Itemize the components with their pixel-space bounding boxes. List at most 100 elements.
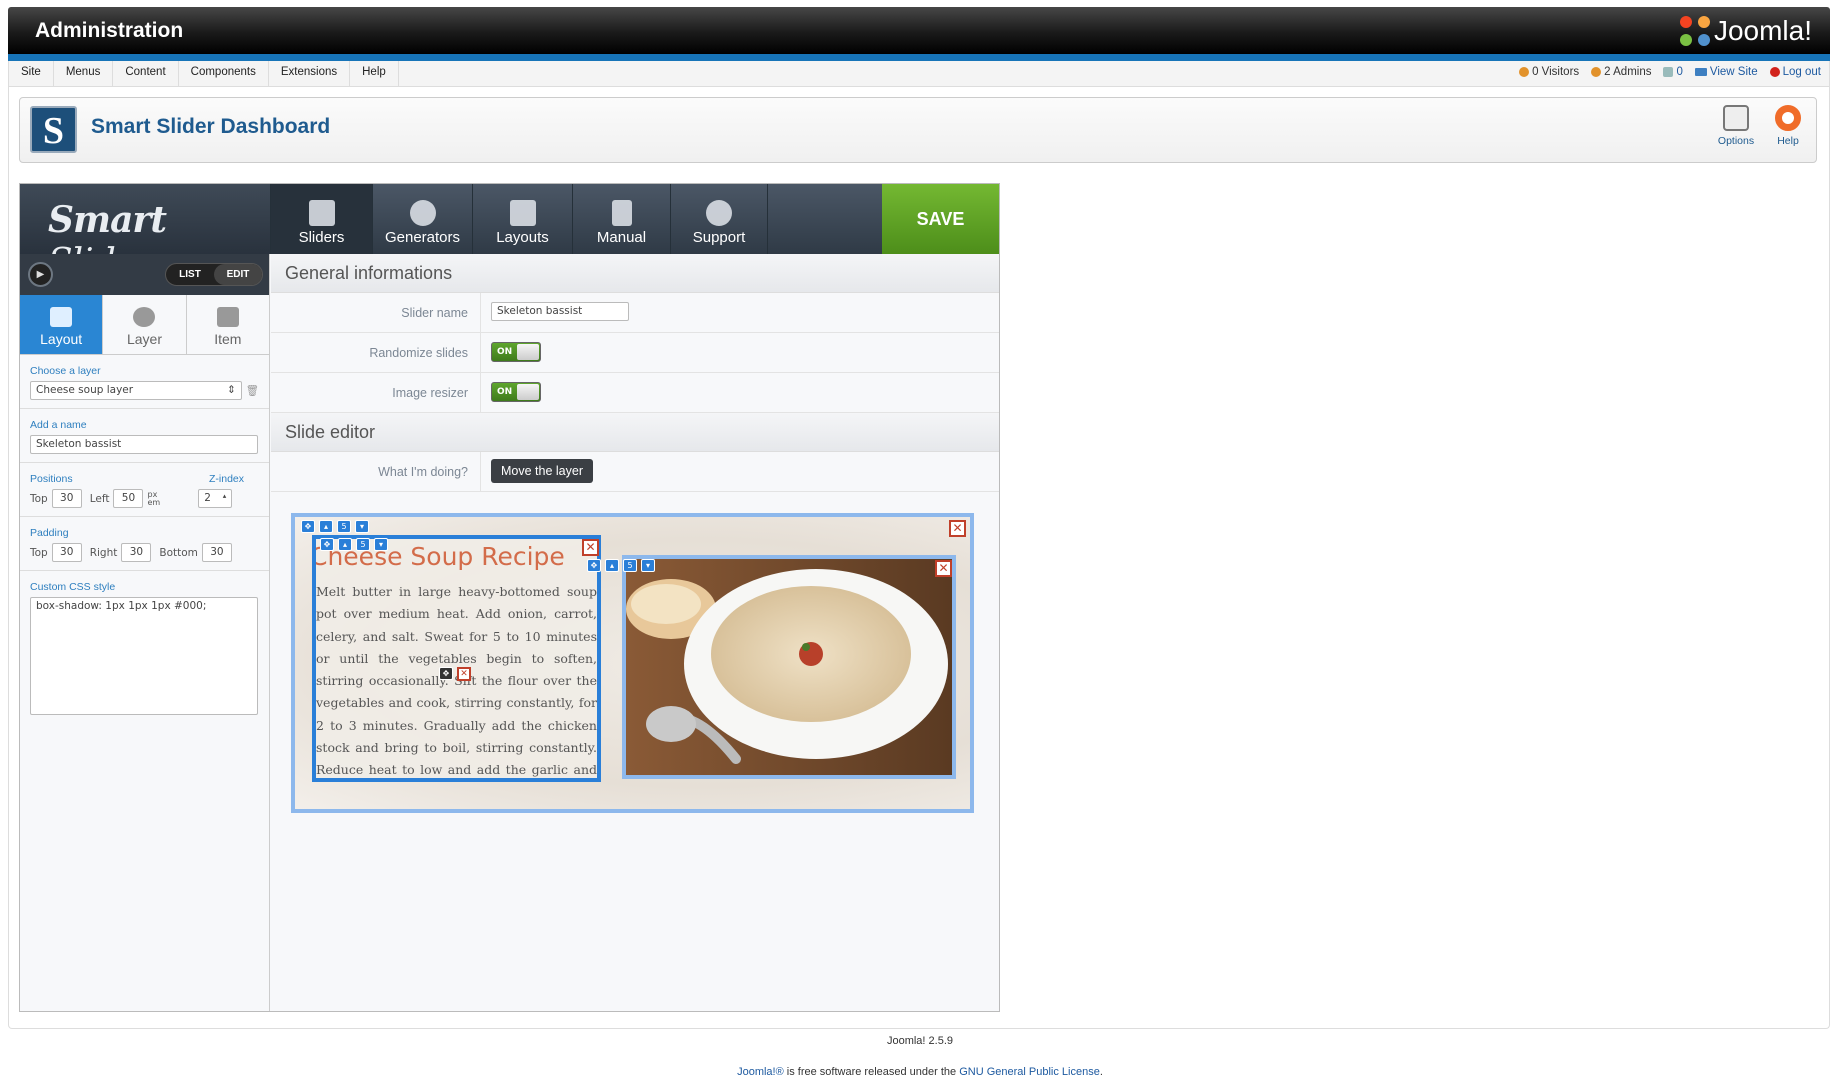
joomla-link[interactable]: Joomla!®	[737, 1066, 784, 1078]
up-icon[interactable]: ▴	[319, 520, 333, 533]
play-icon[interactable]: ▶	[28, 262, 53, 287]
joomla-logo-icon	[1679, 16, 1710, 46]
slider-name-row: Slider name Skeleton bassist	[271, 293, 999, 333]
logout-link[interactable]: Log out	[1769, 66, 1821, 78]
padding-section: Padding Top 30 Right 30 Bottom 30	[20, 517, 269, 571]
save-button[interactable]: SAVE	[882, 184, 999, 254]
slider-name-label: Slider name	[271, 293, 481, 332]
gear-icon	[409, 200, 436, 226]
left-input[interactable]: 50	[113, 489, 144, 508]
joomla-logo: Joomla!	[1679, 15, 1812, 47]
down-icon[interactable]: ▾	[355, 520, 369, 533]
down-icon[interactable]: ▾	[641, 559, 655, 572]
padding-top-label: Top	[30, 546, 48, 559]
zindex-stepper[interactable]: 2 ▴	[198, 489, 233, 508]
menu-help[interactable]: Help	[350, 61, 399, 86]
move-icon[interactable]: ✥	[301, 520, 315, 533]
choose-layer-label: Choose a layer	[30, 365, 101, 377]
slide-tools: ✥ ▴ 5 ▾	[301, 520, 369, 533]
page-header: S Smart Slider Dashboard Options Help	[19, 97, 1817, 163]
tab-item[interactable]: Item	[187, 295, 269, 354]
move-icon[interactable]: ✥	[587, 559, 601, 572]
view-site-link[interactable]: View Site	[1694, 66, 1758, 78]
options-label: Options	[1717, 135, 1755, 147]
top-input[interactable]: 30	[51, 489, 82, 508]
monitor-icon	[1694, 68, 1707, 76]
close-icon[interactable]: ✕	[935, 560, 952, 577]
slider-name-input[interactable]: Skeleton bassist	[491, 302, 629, 321]
menu-site[interactable]: Site	[9, 61, 54, 86]
unit-switch[interactable]: px em	[147, 490, 160, 507]
close-icon[interactable]: ✕	[457, 667, 471, 681]
nav-layouts[interactable]: Layouts	[472, 184, 572, 254]
resizer-row: Image resizer ON	[271, 373, 999, 413]
slide-editor-heading: Slide editor	[271, 413, 999, 452]
tab-layer[interactable]: Layer	[103, 295, 187, 354]
help-button[interactable]: Help	[1764, 105, 1812, 147]
close-icon[interactable]: ✕	[949, 520, 966, 537]
padding-right-input[interactable]: 30	[121, 543, 152, 562]
move-layer-button[interactable]: Move the layer	[491, 459, 593, 483]
trash-icon[interactable]: 🗑	[246, 384, 259, 397]
smart-slider-logo-icon: S	[30, 106, 77, 153]
move-icon[interactable]: ✥	[320, 538, 334, 551]
gear-icon	[133, 307, 156, 327]
menu-menus[interactable]: Menus	[54, 61, 114, 86]
edit-option[interactable]: EDIT	[214, 264, 262, 285]
text-layer[interactable]: Cheese Soup Recipe Melt butter in large …	[312, 535, 601, 782]
menu-content[interactable]: Content	[113, 61, 179, 86]
document-icon	[611, 200, 632, 226]
name-section: Add a name Skeleton bassist	[20, 409, 269, 463]
version-footer: Joomla! 2.5.9	[886, 1035, 954, 1047]
list-option[interactable]: LIST	[166, 264, 214, 285]
nav-support[interactable]: Support	[670, 184, 768, 254]
layer-number[interactable]: 5	[337, 520, 351, 533]
menu-components[interactable]: Components	[179, 61, 269, 86]
page-title: Smart Slider Dashboard	[91, 115, 331, 138]
down-icon[interactable]: ▾	[374, 538, 388, 551]
resizer-toggle[interactable]: ON	[491, 382, 541, 402]
up-icon[interactable]: ▴	[338, 538, 352, 551]
layer-name-input[interactable]: Skeleton bassist	[30, 435, 258, 454]
nav-generators[interactable]: Generators	[372, 184, 472, 254]
messages-status[interactable]: 0	[1663, 66, 1683, 78]
left-label: Left	[89, 492, 110, 505]
up-icon[interactable]: ▴	[605, 559, 619, 572]
layer-number[interactable]: 5	[356, 538, 370, 551]
menu-extensions[interactable]: Extensions	[269, 61, 351, 86]
editor-tabs: Layout Layer Item	[20, 295, 269, 355]
move-icon[interactable]: ✥	[439, 667, 453, 680]
admin-title: Administration	[35, 19, 184, 42]
add-name-label: Add a name	[30, 419, 87, 431]
padding-top-input[interactable]: 30	[51, 543, 82, 562]
question-icon	[706, 200, 732, 226]
nav-sliders[interactable]: Sliders	[270, 184, 372, 254]
doing-label: What I'm doing?	[271, 452, 481, 491]
admin-topbar: Administration Joomla!	[8, 7, 1830, 61]
soup-image-layer[interactable]	[622, 555, 956, 779]
nav-manual[interactable]: Manual	[572, 184, 670, 254]
padding-bottom-input[interactable]: 30	[201, 543, 232, 562]
top-label: Top	[30, 492, 48, 505]
smart-slider-panel: Smart Slider Sliders Generators Layouts …	[19, 183, 1000, 1012]
positions-section: Positions Z-index Top 30 Left 50 px em 2 ▴	[20, 463, 269, 517]
randomize-toggle[interactable]: ON	[491, 342, 541, 362]
gpl-link[interactable]: GNU General Public License	[959, 1066, 1100, 1078]
options-button[interactable]: Options	[1712, 105, 1760, 147]
tab-layout[interactable]: Layout	[20, 295, 104, 354]
recipe-text: Melt butter in large heavy-bottomed soup…	[316, 584, 597, 778]
layer-select[interactable]: Cheese soup layer ⇕	[30, 381, 242, 400]
slide-canvas[interactable]: ✥ ▴ 5 ▾ ✕ Cheese Soup Recipe Melt butter in…	[291, 513, 974, 813]
admins-status: 2 Admins	[1591, 66, 1651, 78]
list-edit-switch[interactable]: LIST EDIT	[165, 263, 263, 286]
close-icon[interactable]: ✕	[582, 539, 599, 556]
sidebar-controls: ▶ LIST EDIT	[20, 254, 269, 295]
zindex-label: Z-index	[208, 473, 244, 485]
visitors-status: 0 Visitors	[1519, 66, 1579, 78]
css-textarea[interactable]: box-shadow: 1px 1px 1px #000;	[30, 597, 258, 715]
joomla-logo-text: Joomla!	[1713, 15, 1812, 46]
layer-number[interactable]: 5	[623, 559, 637, 572]
image-icon	[308, 200, 335, 226]
randomize-label: Randomize slides	[271, 333, 481, 372]
item-tools: ✥ ✕	[439, 667, 471, 681]
